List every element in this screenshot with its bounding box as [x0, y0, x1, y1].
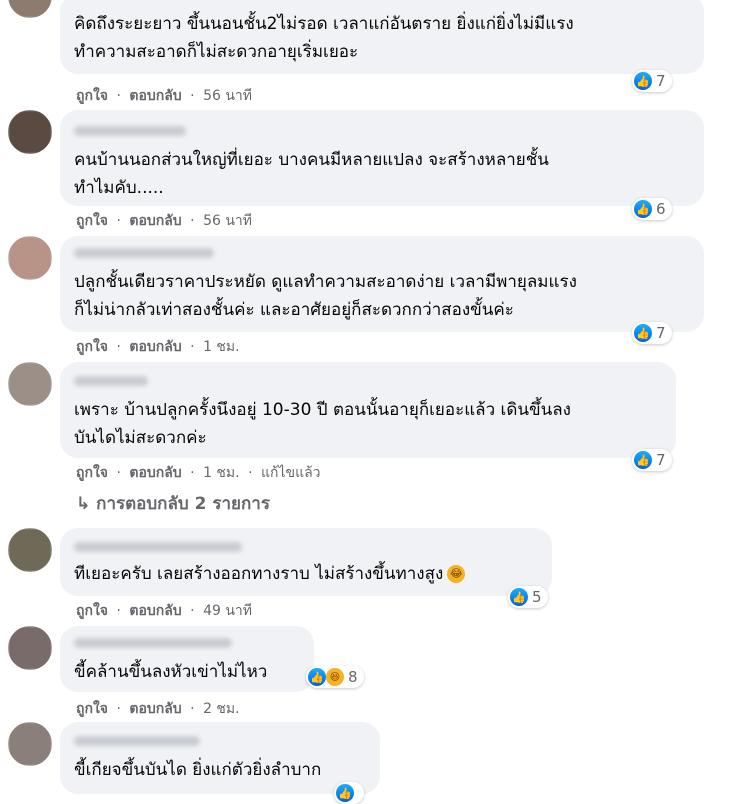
timestamp[interactable]: 56 นาที: [203, 88, 252, 104]
comment-actions: ถูกใจ · ตอบกลับ · 1 ชม. · แก้ไขแล้ว: [76, 465, 321, 481]
reaction-count[interactable]: 👍 7: [632, 322, 672, 344]
avatar[interactable]: [8, 110, 52, 154]
timestamp[interactable]: 56 นาที: [203, 213, 252, 229]
like-link[interactable]: ถูกใจ: [76, 603, 108, 619]
comment-text: ก็ไม่น่ากลัวเท่าสองชั้นค่ะ และอาศัยอยู่ก…: [74, 300, 514, 320]
comment-actions: ถูกใจ · ตอบกลับ · 1 ชม.: [76, 339, 240, 355]
author-name[interactable]: [74, 248, 214, 258]
haha-icon: 😆: [326, 668, 344, 686]
comment-bubble: คิดถึงระยะยาว ขึ้นนอนชั้น2ไม่รอด เวลาแก่…: [60, 0, 704, 74]
reaction-count[interactable]: 👍 5: [508, 586, 548, 608]
like-link[interactable]: ถูกใจ: [76, 465, 108, 481]
comment-text: ขี้เกียจขึ้นบันได ยิ่งแก่ตัวยิ่งลำบาก: [74, 760, 322, 780]
like-icon: 👍: [634, 200, 652, 218]
timestamp[interactable]: 1 ชม.: [203, 465, 240, 481]
like-link[interactable]: ถูกใจ: [76, 213, 108, 229]
like-icon: 👍: [336, 784, 354, 802]
author-name[interactable]: [74, 542, 242, 552]
comment-bubble: ขี้คล้านขึ้นลงหัวเข่าไม่ไหว: [60, 626, 314, 692]
view-replies-link[interactable]: ↳ การตอบกลับ 2 รายการ: [76, 490, 270, 517]
reply-link[interactable]: ตอบกลับ: [129, 701, 181, 717]
reaction-count[interactable]: 👍 6: [632, 198, 672, 220]
laughing-emoji-icon: 😂: [447, 565, 466, 583]
like-icon: 👍: [308, 668, 326, 686]
comment-actions: ถูกใจ · ตอบกลับ · 2 ชม.: [76, 701, 240, 717]
like-icon: 👍: [634, 451, 652, 469]
reply-link[interactable]: ตอบกลับ: [129, 213, 181, 229]
reply-link[interactable]: ตอบกลับ: [129, 603, 181, 619]
comment-text: คนบ้านนอกส่วนใหญ่ที่เยอะ บางคนมีหลายแปลง…: [74, 150, 549, 170]
comment-text: ทำไมคับ.....: [74, 178, 164, 198]
comment-text: เพราะ บ้านปลูกครั้งนึงอยู่ 10-30 ปี ตอนน…: [74, 400, 571, 420]
reaction-count[interactable]: 👍: [334, 782, 364, 804]
timestamp[interactable]: 1 ชม.: [203, 339, 240, 355]
comment-bubble: เพราะ บ้านปลูกครั้งนึงอยู่ 10-30 ปี ตอนน…: [60, 362, 676, 458]
reply-link[interactable]: ตอบกลับ: [129, 339, 181, 355]
like-link[interactable]: ถูกใจ: [76, 88, 108, 104]
reply-link[interactable]: ตอบกลับ: [129, 465, 181, 481]
comment-bubble: ขี้เกียจขึ้นบันได ยิ่งแก่ตัวยิ่งลำบาก: [60, 722, 380, 794]
author-name[interactable]: [74, 638, 232, 648]
like-link[interactable]: ถูกใจ: [76, 701, 108, 717]
reaction-count[interactable]: 👍 😆 8: [306, 666, 364, 688]
avatar[interactable]: [8, 722, 52, 766]
like-icon: 👍: [634, 72, 652, 90]
comment-actions: ถูกใจ · ตอบกลับ · 49 นาที: [76, 603, 252, 619]
avatar[interactable]: [8, 626, 52, 670]
reaction-count[interactable]: 👍 7: [632, 449, 672, 471]
avatar[interactable]: [8, 528, 52, 572]
timestamp[interactable]: 49 นาที: [203, 603, 252, 619]
comment-text: ปลูกชั้นเดียวราคาประหยัด ดูแลทำความสะอาด…: [74, 272, 577, 292]
avatar[interactable]: [8, 362, 52, 406]
like-icon: 👍: [510, 588, 528, 606]
comment-text: ทำความสะอาดก็ไม่สะดวกอายุเริ่มเยอะ: [74, 42, 359, 62]
comment-text: คิดถึงระยะยาว ขึ้นนอนชั้น2ไม่รอด เวลาแก่…: [74, 14, 574, 34]
edited-label[interactable]: แก้ไขแล้ว: [261, 465, 321, 481]
comment-bubble: ปลูกชั้นเดียวราคาประหยัด ดูแลทำความสะอาด…: [60, 236, 704, 332]
like-icon: 👍: [634, 324, 652, 342]
author-name[interactable]: [74, 376, 148, 386]
comment-actions: ถูกใจ · ตอบกลับ · 56 นาที: [76, 88, 252, 104]
comment-bubble: คนบ้านนอกส่วนใหญ่ที่เยอะ บางคนมีหลายแปลง…: [60, 110, 704, 206]
comment-text: ขี้คล้านขึ้นลงหัวเข่าไม่ไหว: [74, 662, 268, 682]
author-name[interactable]: [74, 736, 200, 746]
like-link[interactable]: ถูกใจ: [76, 339, 108, 355]
comment-bubble: ทีเยอะครับ เลยสร้างออกทางราบ ไม่สร้างขึ้…: [60, 528, 552, 596]
timestamp[interactable]: 2 ชม.: [203, 701, 240, 717]
comment-text: บันไดไม่สะดวกค่ะ: [74, 428, 207, 448]
avatar[interactable]: [8, 236, 52, 280]
avatar[interactable]: [8, 0, 52, 18]
reply-link[interactable]: ตอบกลับ: [129, 88, 181, 104]
author-name[interactable]: [74, 126, 186, 136]
comment-text: ทีเยอะครับ เลยสร้างออกทางราบ ไม่สร้างขึ้…: [74, 560, 466, 588]
comment-actions: ถูกใจ · ตอบกลับ · 56 นาที: [76, 213, 252, 229]
reaction-count[interactable]: 👍 7: [632, 70, 672, 92]
